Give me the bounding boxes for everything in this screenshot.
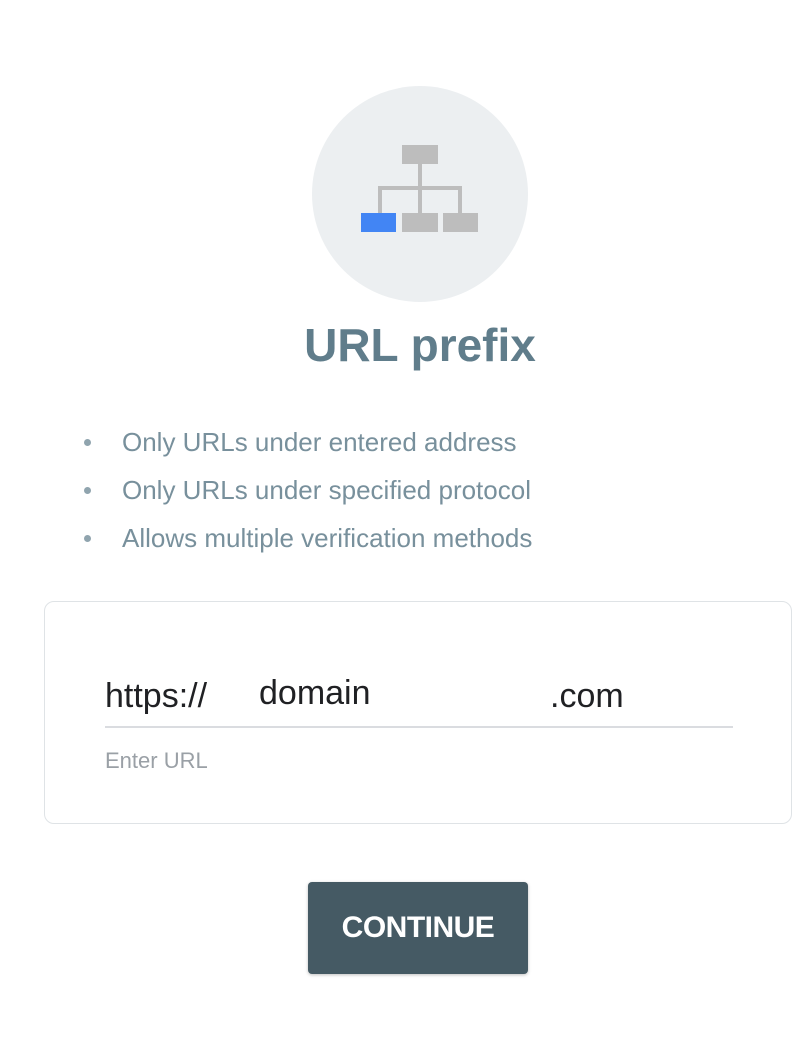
page-title: URL prefix (304, 319, 536, 371)
url-protocol-prefix: https:// (105, 677, 208, 715)
url-helper-text: Enter URL (105, 748, 208, 773)
feature-text: Allows multiple verification methods (122, 523, 533, 553)
feature-item: Allows multiple verification methods (80, 514, 532, 562)
url-domain-suffix: .com (550, 677, 624, 715)
feature-list: Only URLs under entered address Only URL… (80, 418, 532, 562)
bullet-icon (84, 535, 91, 542)
sitemap-icon (361, 145, 478, 232)
bullet-icon (84, 439, 91, 446)
feature-text: Only URLs under specified protocol (122, 475, 531, 505)
url-entry-card: https:// .com Enter URL (44, 601, 792, 824)
feature-item: Only URLs under specified protocol (80, 466, 532, 514)
feature-text: Only URLs under entered address (122, 427, 517, 457)
feature-item: Only URLs under entered address (80, 418, 532, 466)
url-input[interactable] (255, 668, 543, 718)
bullet-icon (84, 487, 91, 494)
property-type-icon-badge (312, 86, 528, 302)
url-field: https:// .com (105, 668, 733, 728)
continue-button[interactable]: CONTINUE (308, 882, 528, 974)
